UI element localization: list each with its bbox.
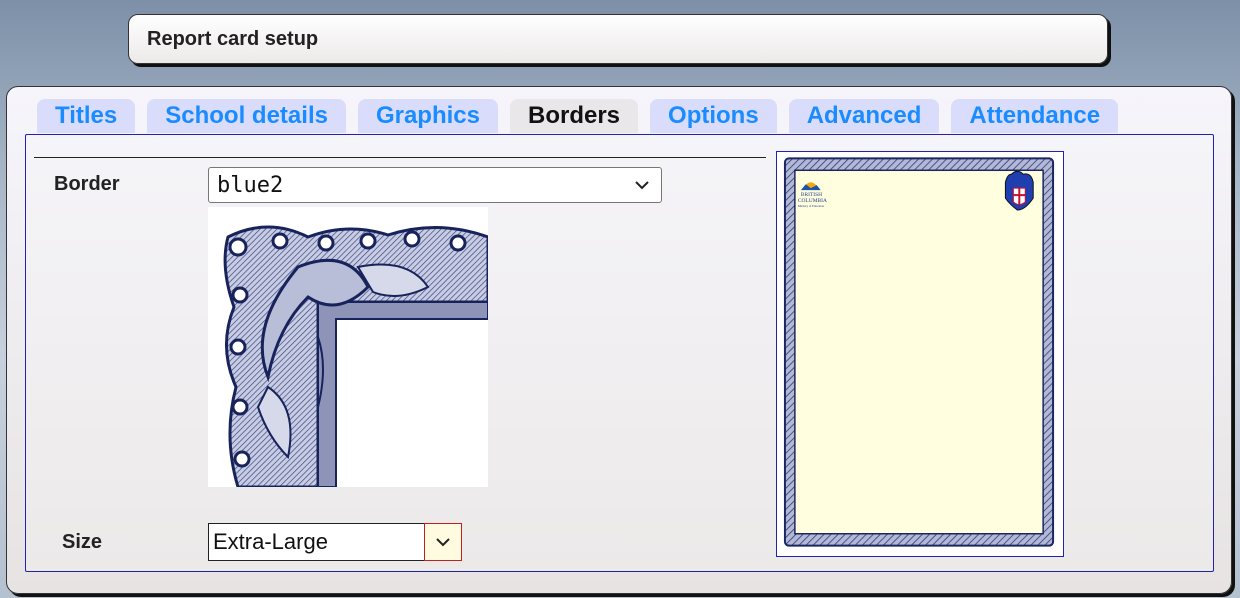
- border-label: Border: [54, 173, 120, 195]
- tab-options[interactable]: Options: [650, 99, 777, 133]
- window-title: Report card setup: [147, 27, 319, 50]
- tab-attendance[interactable]: Attendance: [951, 99, 1119, 133]
- size-dropdown-button[interactable]: [424, 523, 462, 561]
- tab-borders[interactable]: Borders: [510, 99, 639, 133]
- tab-bar: Titles School details Graphics Borders O…: [37, 99, 1130, 133]
- report-card-preview: BRITISH COLUMBIA Ministry of Education: [776, 151, 1064, 557]
- logo-line-3: Ministry of Education: [798, 204, 825, 208]
- tab-advanced[interactable]: Advanced: [788, 99, 940, 133]
- setup-panel: Titles School details Graphics Borders O…: [6, 86, 1232, 594]
- size-select[interactable]: Extra-Large: [208, 523, 462, 561]
- tab-titles[interactable]: Titles: [37, 99, 136, 133]
- chevron-down-icon: [635, 181, 649, 190]
- size-label: Size: [62, 531, 103, 553]
- title-bar: Report card setup: [128, 14, 1108, 64]
- size-select-value: Extra-Large: [213, 529, 328, 554]
- tab-school-details[interactable]: School details: [147, 99, 346, 133]
- divider: [34, 157, 766, 158]
- chevron-down-icon: [436, 538, 450, 547]
- border-select[interactable]: blue2: [208, 167, 662, 203]
- border-select-value: blue2: [217, 172, 284, 198]
- borders-tab-content: Border blue2 Size Extra-Large BRITISH CO…: [25, 134, 1214, 572]
- tab-graphics[interactable]: Graphics: [357, 99, 498, 133]
- border-sample-image: [208, 207, 488, 487]
